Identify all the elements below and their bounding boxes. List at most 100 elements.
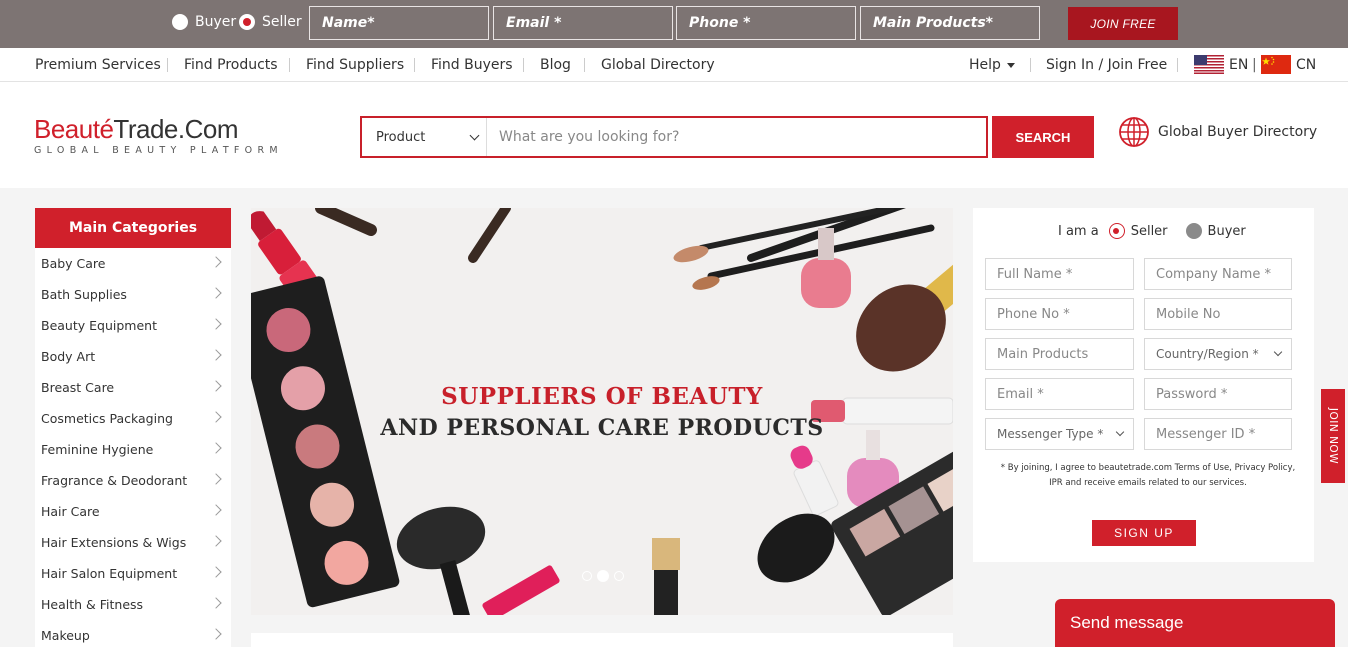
sign-up-button[interactable]: SIGN UP bbox=[1092, 520, 1196, 546]
chevron-right-icon bbox=[210, 535, 222, 547]
seller-radio[interactable] bbox=[239, 14, 255, 30]
category-item-feminine-hygiene[interactable]: Feminine Hygiene bbox=[35, 434, 231, 465]
search-type-value: Product bbox=[376, 129, 426, 145]
country-region-select[interactable]: Country/Region * bbox=[1144, 338, 1292, 370]
nav-blog[interactable]: Blog bbox=[540, 57, 571, 73]
chevron-down-icon bbox=[469, 130, 480, 140]
chevron-right-icon bbox=[210, 287, 222, 299]
category-item-cosmetics-packaging[interactable]: Cosmetics Packaging bbox=[35, 403, 231, 434]
email-placeholder: Email * bbox=[997, 386, 1044, 402]
help-menu[interactable]: Help bbox=[969, 57, 1015, 73]
role-prompt: I am a bbox=[1058, 223, 1099, 239]
messenger-id-field[interactable]: Messenger ID * bbox=[1144, 418, 1292, 450]
carousel-dot[interactable] bbox=[614, 571, 624, 581]
category-label: Baby Care bbox=[41, 256, 106, 271]
category-item-makeup[interactable]: Makeup bbox=[35, 620, 231, 647]
global-buyer-directory-link[interactable]: Global Buyer Directory bbox=[1118, 116, 1317, 148]
global-buyer-directory-label: Global Buyer Directory bbox=[1158, 124, 1318, 140]
lang-cn[interactable]: CN bbox=[1296, 57, 1316, 73]
category-label: Body Art bbox=[41, 349, 96, 364]
password-placeholder: Password * bbox=[1156, 386, 1228, 402]
category-item-bath-supplies[interactable]: Bath Supplies bbox=[35, 279, 231, 310]
buyer-role-label: Buyer bbox=[1207, 223, 1246, 239]
main-nav: Premium Services Find Products Find Supp… bbox=[0, 48, 1348, 82]
seller-role-radio[interactable] bbox=[1108, 223, 1125, 239]
site-header: BeautéTrade.Com GLOBAL BEAUTY PLATFORM P… bbox=[0, 82, 1348, 188]
category-item-fragrance-deodorant[interactable]: Fragrance & Deodorant bbox=[35, 465, 231, 496]
chevron-down-icon bbox=[1115, 427, 1125, 437]
email-input[interactable] bbox=[493, 6, 673, 40]
category-item-hair-salon-equipment[interactable]: Hair Salon Equipment bbox=[35, 558, 231, 589]
chevron-right-icon bbox=[210, 473, 222, 485]
nav-find-buyers[interactable]: Find Buyers bbox=[431, 57, 513, 73]
chevron-right-icon bbox=[210, 256, 222, 268]
nav-find-suppliers[interactable]: Find Suppliers bbox=[306, 57, 404, 73]
buyer-radio[interactable] bbox=[172, 14, 188, 30]
nav-divider bbox=[414, 58, 415, 72]
company-name-placeholder: Company Name * bbox=[1156, 266, 1271, 282]
chevron-right-icon bbox=[210, 566, 222, 578]
category-item-baby-care[interactable]: Baby Care bbox=[35, 248, 231, 279]
password-field[interactable]: Password * bbox=[1144, 378, 1292, 410]
chevron-right-icon bbox=[210, 411, 222, 423]
messenger-id-placeholder: Messenger ID * bbox=[1156, 426, 1256, 442]
join-now-tab[interactable]: JOIN NOW bbox=[1321, 389, 1345, 483]
join-free-button[interactable]: JOIN FREE bbox=[1068, 7, 1178, 40]
buyer-role-radio[interactable] bbox=[1185, 223, 1202, 239]
company-name-field[interactable]: Company Name * bbox=[1144, 258, 1292, 290]
country-region-value: Country/Region * bbox=[1156, 347, 1259, 361]
lang-separator: | bbox=[1252, 57, 1257, 73]
category-item-beauty-equipment[interactable]: Beauty Equipment bbox=[35, 310, 231, 341]
name-input[interactable] bbox=[309, 6, 489, 40]
mobile-no-field[interactable]: Mobile No bbox=[1144, 298, 1292, 330]
send-message-label: Send message bbox=[1070, 613, 1184, 632]
category-item-breast-care[interactable]: Breast Care bbox=[35, 372, 231, 403]
site-logo[interactable]: BeautéTrade.Com GLOBAL BEAUTY PLATFORM bbox=[34, 116, 283, 156]
full-name-field[interactable]: Full Name * bbox=[985, 258, 1134, 290]
category-label: Cosmetics Packaging bbox=[41, 411, 173, 426]
send-message-widget[interactable]: Send message bbox=[1055, 599, 1335, 647]
category-label: Health & Fitness bbox=[41, 597, 144, 612]
nav-divider bbox=[167, 58, 168, 72]
buyer-radio-label: Buyer bbox=[195, 14, 237, 30]
lang-en[interactable]: EN bbox=[1229, 57, 1248, 73]
category-item-hair-extensions-wigs[interactable]: Hair Extensions & Wigs bbox=[35, 527, 231, 558]
carousel-dot-active[interactable] bbox=[597, 570, 609, 582]
email-field[interactable]: Email * bbox=[985, 378, 1134, 410]
logo-wordmark: BeautéTrade.Com bbox=[34, 116, 283, 142]
messenger-type-select[interactable]: Messenger Type * bbox=[985, 418, 1134, 450]
category-item-body-art[interactable]: Body Art bbox=[35, 341, 231, 372]
main-products-field[interactable]: Main Products bbox=[985, 338, 1134, 370]
category-label: Fragrance & Deodorant bbox=[41, 473, 188, 488]
category-label: Bath Supplies bbox=[41, 287, 127, 302]
buyer-radio-option[interactable]: Buyer bbox=[172, 14, 236, 30]
carousel-dot[interactable] bbox=[582, 571, 592, 581]
seller-radio-option[interactable]: Seller bbox=[239, 14, 302, 30]
mobile-no-placeholder: Mobile No bbox=[1156, 306, 1221, 322]
category-label: Makeup bbox=[41, 628, 90, 643]
chevron-right-icon bbox=[210, 597, 222, 609]
category-item-hair-care[interactable]: Hair Care bbox=[35, 496, 231, 527]
phone-no-field[interactable]: Phone No * bbox=[985, 298, 1134, 330]
globe-icon bbox=[1119, 117, 1149, 147]
search-box: Product bbox=[360, 116, 988, 158]
search-button[interactable]: SEARCH bbox=[992, 116, 1094, 158]
nav-premium-services[interactable]: Premium Services bbox=[35, 57, 161, 73]
join-now-label: JOIN NOW bbox=[1327, 407, 1339, 465]
search-type-select[interactable]: Product bbox=[362, 118, 487, 156]
nav-divider bbox=[1030, 58, 1031, 72]
nav-global-directory[interactable]: Global Directory bbox=[601, 57, 715, 73]
nav-find-products[interactable]: Find Products bbox=[184, 57, 278, 73]
signin-link[interactable]: Sign In / Join Free bbox=[1046, 57, 1167, 73]
help-label: Help bbox=[969, 57, 1001, 73]
search-input[interactable] bbox=[487, 118, 986, 156]
us-flag-icon[interactable] bbox=[1194, 55, 1224, 74]
hero-banner[interactable]: SUPPLIERS OF BEAUTY AND PERSONAL CARE PR… bbox=[251, 208, 953, 615]
chevron-right-icon bbox=[210, 628, 222, 640]
cn-flag-icon[interactable] bbox=[1261, 55, 1291, 74]
category-label: Hair Extensions & Wigs bbox=[41, 535, 187, 550]
main-products-input[interactable] bbox=[860, 6, 1040, 40]
phone-input[interactable] bbox=[676, 6, 856, 40]
category-item-health-fitness[interactable]: Health & Fitness bbox=[35, 589, 231, 620]
logo-part1: Beauté bbox=[34, 114, 114, 144]
